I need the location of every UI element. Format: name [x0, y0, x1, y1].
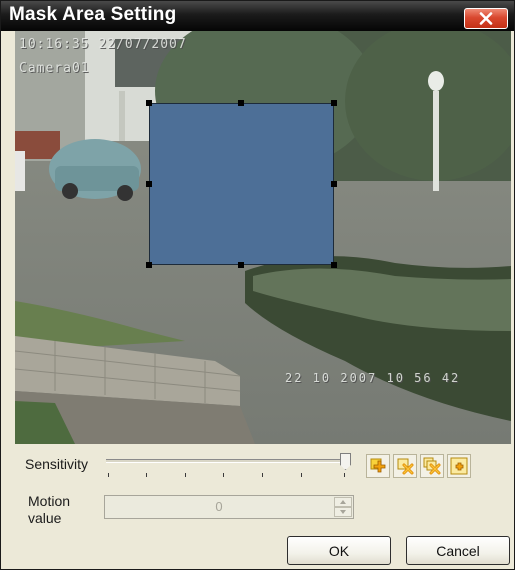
close-icon [479, 12, 493, 25]
add-area-button[interactable] [366, 454, 390, 478]
full-area-button[interactable] [447, 454, 471, 478]
spin-up-icon [340, 500, 346, 504]
slider-tick [301, 473, 302, 477]
window-title: Mask Area Setting [9, 4, 177, 25]
title-bar[interactable]: Mask Area Setting [1, 1, 514, 31]
spin-up-button[interactable] [334, 497, 352, 507]
spin-down-button[interactable] [334, 507, 352, 517]
motion-value-spinbox[interactable]: 0 [104, 495, 354, 519]
resize-handle-bottom[interactable] [238, 262, 244, 268]
delete-area-icon [397, 458, 414, 475]
resize-handle-top[interactable] [238, 100, 244, 106]
slider-tick [223, 473, 224, 477]
slider-tick [146, 473, 147, 477]
osd-timestamp: 10:16:35 22/07/2007 [19, 37, 187, 52]
resize-handle-top-left[interactable] [146, 100, 152, 106]
full-area-icon [450, 457, 468, 475]
sensitivity-label: Sensitivity [25, 456, 89, 472]
slider-tick [108, 473, 109, 477]
sensitivity-slider-track[interactable] [106, 459, 349, 463]
motion-value-label-line1: Motion [28, 493, 71, 509]
mask-area-rectangle[interactable] [149, 103, 334, 265]
cancel-button[interactable]: Cancel [406, 536, 510, 565]
mask-area-setting-dialog: Mask Area Setting 10:16:35 22/07/2007 Ca… [0, 0, 515, 570]
resize-handle-left[interactable] [146, 181, 152, 187]
camera-video-view[interactable]: 10:16:35 22/07/2007 Camera01 22 10 2007 … [15, 31, 511, 444]
slider-tick [344, 473, 345, 477]
slider-tick [185, 473, 186, 477]
sensitivity-slider-thumb[interactable] [340, 453, 351, 470]
resize-handle-right[interactable] [331, 181, 337, 187]
clear-all-button[interactable] [420, 454, 444, 478]
close-button[interactable] [464, 8, 508, 29]
add-area-icon [370, 458, 386, 473]
spin-down-icon [340, 510, 346, 514]
resize-handle-bottom-right[interactable] [331, 262, 337, 268]
resize-handle-bottom-left[interactable] [146, 262, 152, 268]
ok-button[interactable]: OK [287, 536, 391, 565]
motion-value-label-line2: value [28, 510, 62, 526]
motion-value-text: 0 [215, 499, 223, 514]
delete-area-button[interactable] [393, 454, 417, 478]
clear-all-icon [423, 457, 441, 475]
resize-handle-top-right[interactable] [331, 100, 337, 106]
slider-tick [262, 473, 263, 477]
osd-bottom-timestamp: 22 10 2007 10 56 42 [285, 371, 461, 385]
osd-camera-name: Camera01 [19, 61, 90, 76]
